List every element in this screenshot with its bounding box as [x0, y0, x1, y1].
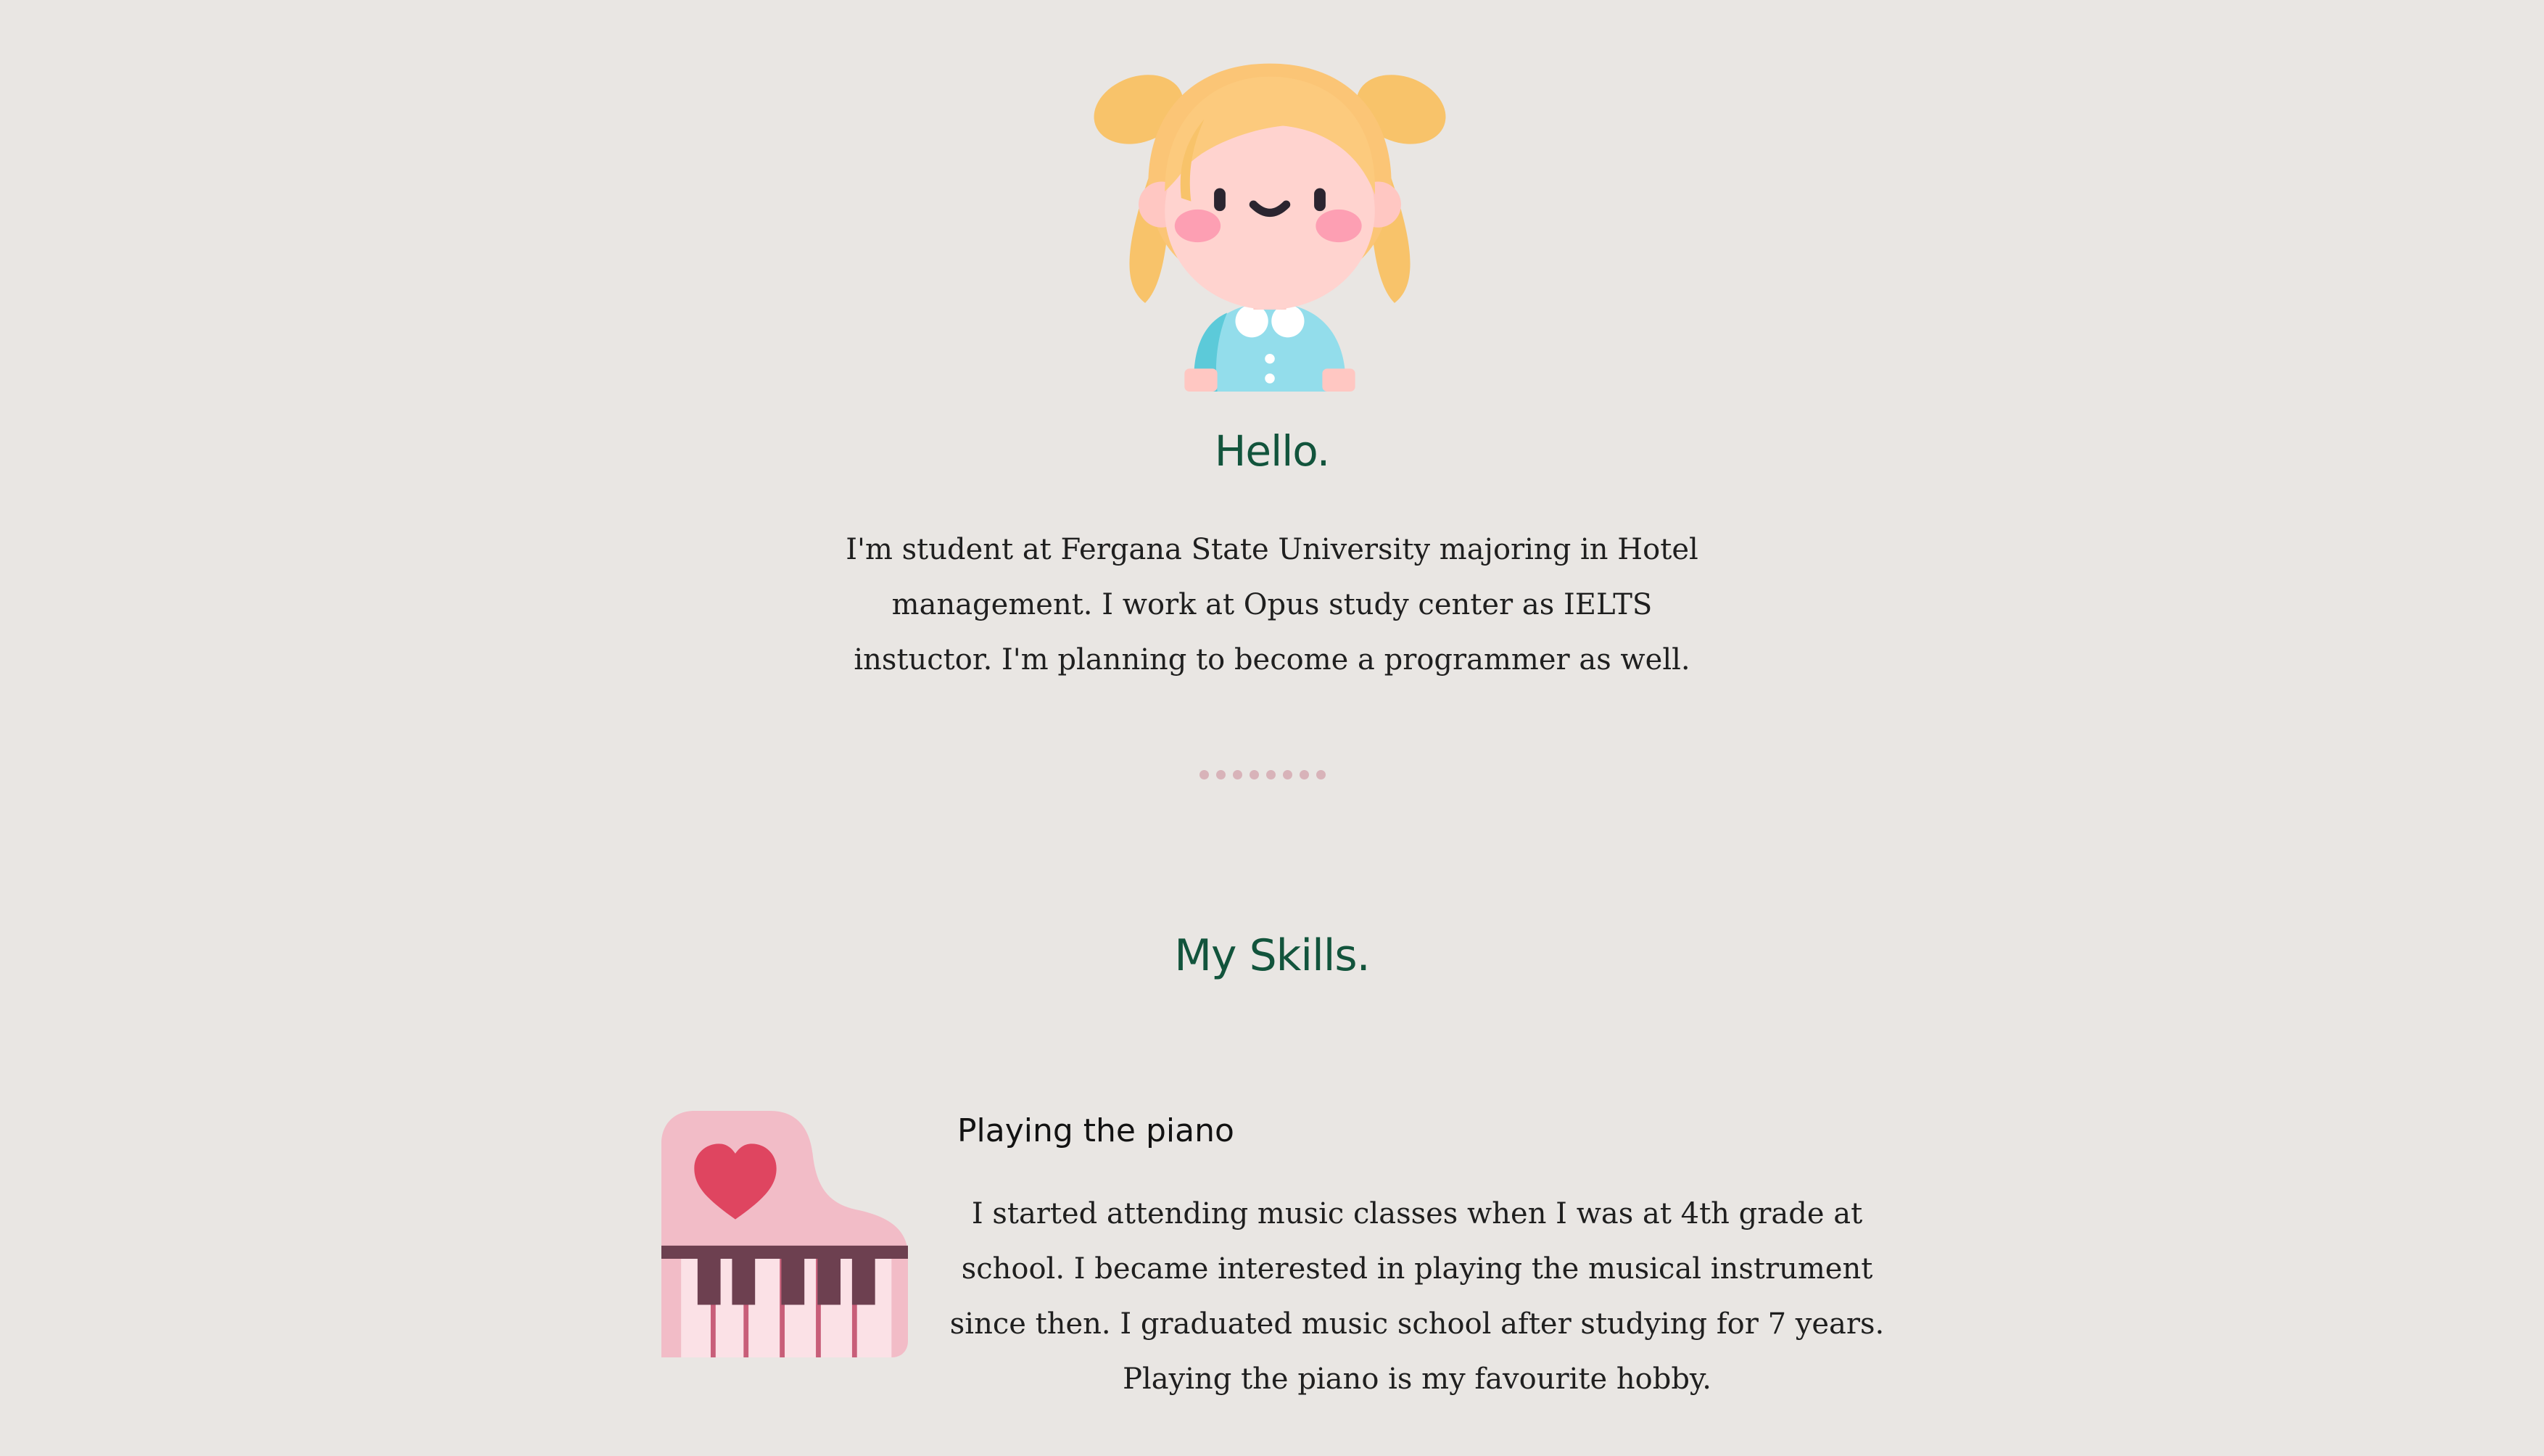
divider-dot: [1316, 770, 1326, 779]
skill-title-piano: Playing the piano: [957, 1112, 1234, 1149]
divider-dot: [1283, 770, 1292, 779]
divider-dot: [1250, 770, 1259, 779]
page: Hello. I'm student at Fergana State Univ…: [0, 0, 2544, 1456]
skills-title: My Skills.: [1174, 930, 1371, 981]
hello-title: Hello.: [1214, 426, 1330, 476]
skill-description-piano: I started attending music classes when I…: [949, 1197, 1885, 1396]
divider-dot: [1216, 770, 1226, 779]
girl-avatar-icon: [1094, 63, 1446, 392]
divider-dot: [1300, 770, 1309, 779]
divider-dot: [1199, 770, 1209, 779]
divider-dot: [1266, 770, 1276, 779]
grand-piano-heart-icon: [661, 1111, 908, 1357]
intro-paragraph: I'm student at Fergana State University …: [846, 533, 1698, 677]
divider-dot: [1233, 770, 1242, 779]
dotted-divider: [1199, 770, 1326, 782]
